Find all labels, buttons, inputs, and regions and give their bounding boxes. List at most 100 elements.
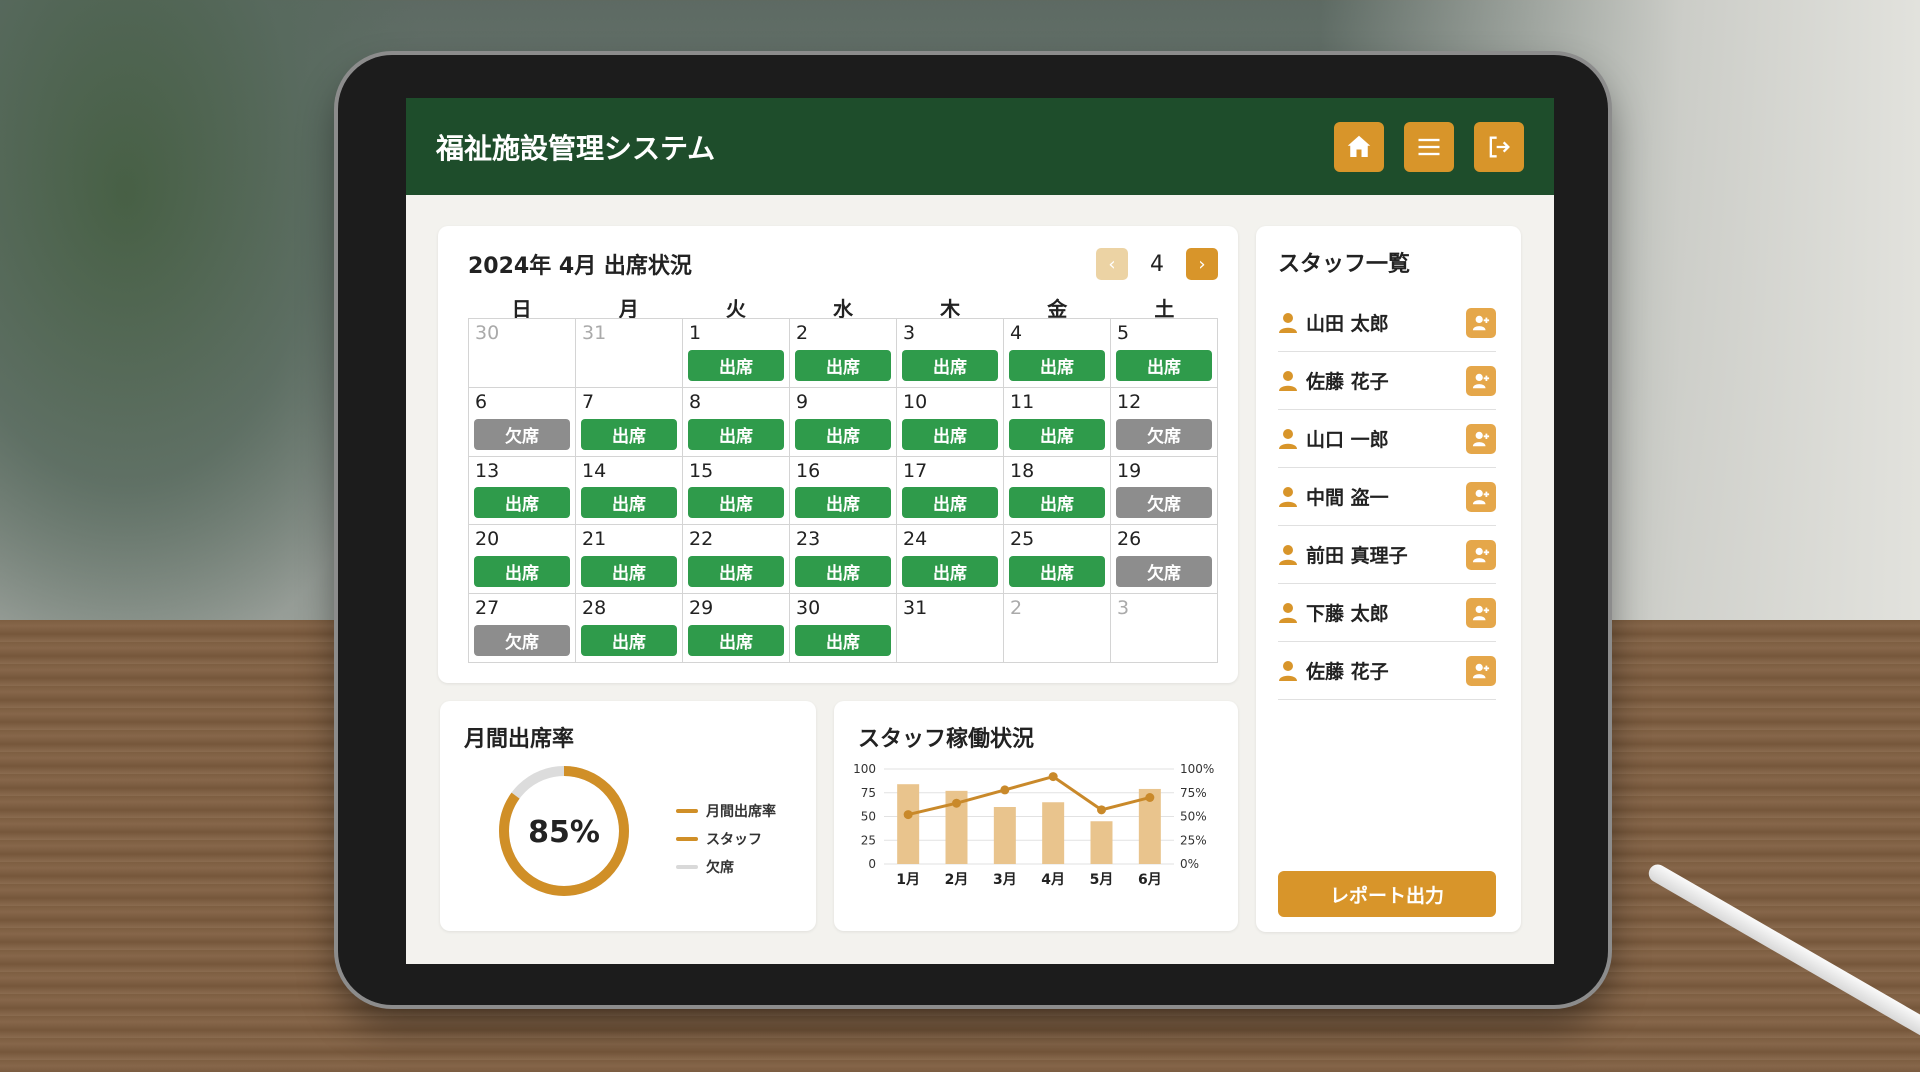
staff-info: 前田 真理子 <box>1278 541 1408 568</box>
legend-label: 月間出席率 <box>706 804 776 820</box>
absent-badge: 欠席 <box>1116 487 1212 519</box>
calendar-day-cell[interactable]: 15 出席 <box>683 456 790 526</box>
calendar-day-cell[interactable]: 7 出席 <box>576 387 683 457</box>
staff-info: 佐藤 花子 <box>1278 657 1389 684</box>
add-user-button[interactable] <box>1466 423 1496 454</box>
logout-button[interactable] <box>1474 121 1524 172</box>
day-number: 4 <box>1010 322 1023 344</box>
add-user-button[interactable] <box>1466 481 1496 512</box>
y-tick-label: 0 <box>868 857 876 871</box>
staff-name: 前田 真理子 <box>1306 545 1408 567</box>
calendar-day-cell[interactable]: 19 欠席 <box>1111 456 1218 526</box>
add-user-button[interactable] <box>1466 655 1496 686</box>
staff-row[interactable]: 山田 太郎 <box>1278 294 1496 352</box>
prev-month-button[interactable]: ‹ <box>1096 248 1128 280</box>
attendance-calendar: 2024年 4月 出席状況 ‹ 4 › 日月火水木金土 30 31 1 出席 2 出席 3 出… <box>438 226 1238 683</box>
calendar-day-cell[interactable]: 25 出席 <box>1004 525 1111 595</box>
calendar-day-cell[interactable]: 29 出席 <box>683 594 790 663</box>
calendar-day-cell[interactable]: 17 出席 <box>897 456 1004 526</box>
calendar-day-cell[interactable]: 24 出席 <box>897 525 1004 595</box>
calendar-day-cell[interactable]: 22 出席 <box>683 525 790 595</box>
staff-row[interactable]: 佐藤 花子 <box>1278 642 1496 700</box>
legend-item: 月間出席率 <box>676 797 776 825</box>
menu-icon <box>1418 138 1440 155</box>
chart-point <box>903 810 913 820</box>
chart-bar <box>1090 821 1113 864</box>
add-user-button[interactable] <box>1466 539 1496 570</box>
staff-row[interactable]: 佐藤 花子 <box>1278 352 1496 410</box>
report-export-button[interactable]: レポート出力 <box>1278 871 1496 917</box>
calendar-day-cell[interactable]: 11 出席 <box>1004 387 1111 457</box>
calendar-day-cell[interactable]: 3 <box>1111 594 1218 663</box>
staff-row[interactable]: 中間 盗一 <box>1278 468 1496 526</box>
person-icon <box>1279 660 1297 681</box>
calendar-day-cell[interactable]: 26 欠席 <box>1111 525 1218 595</box>
staff-row[interactable]: 前田 真理子 <box>1278 526 1496 584</box>
calendar-day-cell[interactable]: 14 出席 <box>576 456 683 526</box>
person-icon <box>1279 370 1297 391</box>
calendar-day-cell[interactable]: 30 <box>469 319 576 388</box>
next-month-button[interactable]: › <box>1186 248 1218 280</box>
calendar-day-cell[interactable]: 28 出席 <box>576 594 683 663</box>
add-user-icon <box>1472 315 1490 330</box>
calendar-day-cell[interactable]: 21 出席 <box>576 525 683 595</box>
present-badge: 出席 <box>688 349 784 381</box>
calendar-day-cell[interactable]: 31 <box>576 319 683 388</box>
add-user-button[interactable] <box>1466 597 1496 628</box>
present-badge: 出席 <box>902 487 998 519</box>
calendar-day-cell[interactable]: 13 出席 <box>469 456 576 526</box>
calendar-day-cell[interactable]: 6 欠席 <box>469 387 576 457</box>
add-user-button[interactable] <box>1466 365 1496 396</box>
day-number: 25 <box>1010 528 1035 551</box>
y2-tick-label: 75% <box>1180 786 1207 800</box>
rate-donut: 85% <box>499 766 629 896</box>
calendar-day-cell[interactable]: 5 出席 <box>1111 319 1218 388</box>
absent-badge: 欠席 <box>1116 418 1212 450</box>
calendar-day-cell[interactable]: 12 欠席 <box>1111 387 1218 457</box>
staff-row[interactable]: 山口 一郎 <box>1278 410 1496 468</box>
calendar-day-cell[interactable]: 27 欠席 <box>469 594 576 663</box>
calendar-title: 2024年 4月 出席状況 <box>468 254 692 279</box>
app-header: 福祉施設管理システム <box>406 98 1554 195</box>
calendar-day-cell[interactable]: 16 出席 <box>790 456 897 526</box>
day-number: 9 <box>796 390 809 413</box>
present-badge: 出席 <box>795 418 891 450</box>
staff-row[interactable]: 下藤 太郎 <box>1278 584 1496 642</box>
calendar-day-cell[interactable]: 20 出席 <box>469 525 576 595</box>
present-badge: 出席 <box>795 556 891 588</box>
staff-list-title: スタッフ一覧 <box>1278 252 1411 277</box>
calendar-day-cell[interactable]: 31 <box>897 594 1004 663</box>
day-number: 23 <box>796 528 821 551</box>
chart-point <box>952 798 961 808</box>
home-button[interactable] <box>1334 121 1384 172</box>
calendar-day-cell[interactable]: 3 出席 <box>897 319 1004 388</box>
menu-button[interactable] <box>1404 121 1454 172</box>
present-badge: 出席 <box>688 418 784 450</box>
present-badge: 出席 <box>1116 349 1212 381</box>
present-badge: 出席 <box>1009 556 1105 588</box>
calendar-day-cell[interactable]: 2 <box>1004 594 1111 663</box>
calendar-day-cell[interactable]: 8 出席 <box>683 387 790 457</box>
calendar-day-cell[interactable]: 18 出席 <box>1004 456 1111 526</box>
person-icon <box>1279 486 1297 507</box>
rate-value: 85% <box>528 815 600 850</box>
day-number: 21 <box>582 528 607 551</box>
calendar-day-cell[interactable]: 30 出席 <box>790 594 897 663</box>
calendar-day-cell[interactable]: 10 出席 <box>897 387 1004 457</box>
person-icon <box>1279 312 1297 333</box>
calendar-day-cell[interactable]: 9 出席 <box>790 387 897 457</box>
monthly-rate-title: 月間出席率 <box>464 727 575 752</box>
calendar-day-cell[interactable]: 2 出席 <box>790 319 897 388</box>
day-number: 17 <box>903 459 928 482</box>
calendar-day-cell[interactable]: 1 出席 <box>683 319 790 388</box>
x-tick-label: 6月 <box>1138 872 1162 888</box>
add-user-button[interactable] <box>1466 307 1496 338</box>
present-badge: 出席 <box>581 625 677 656</box>
calendar-day-cell[interactable]: 4 出席 <box>1004 319 1111 388</box>
chart-bar <box>993 807 1016 864</box>
day-number: 31 <box>903 597 928 620</box>
day-number: 12 <box>1117 390 1142 413</box>
calendar-day-cell[interactable]: 23 出席 <box>790 525 897 595</box>
day-number: 3 <box>903 322 916 344</box>
day-number: 30 <box>796 597 821 620</box>
